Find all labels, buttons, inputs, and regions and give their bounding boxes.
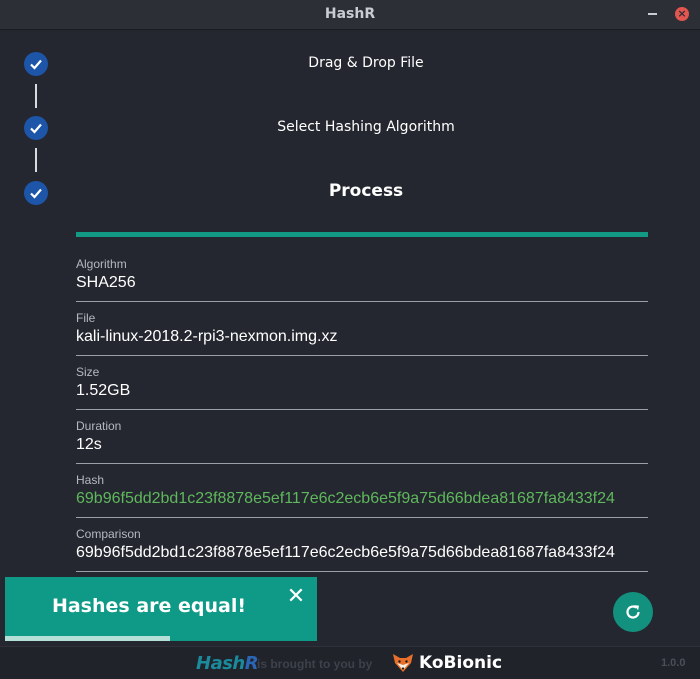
- step-connector: [35, 148, 37, 172]
- progress-bar: [76, 232, 648, 237]
- minimize-icon[interactable]: [648, 13, 657, 15]
- fox-icon: [393, 654, 413, 672]
- file-label: File: [76, 311, 96, 325]
- snackbar-close-icon[interactable]: ✕: [285, 585, 307, 607]
- window-title: HashR: [324, 6, 376, 22]
- hashr-logo[interactable]: HashR: [196, 653, 259, 674]
- comparison-input[interactable]: 69b96f5dd2bd1c23f8878e5ef117e6c2ecb6e5f9…: [76, 542, 648, 564]
- footer: HashR is brought to you by KoBionic 1.0.…: [0, 646, 700, 679]
- duration-value: 12s: [76, 436, 102, 453]
- refresh-icon: [626, 605, 640, 619]
- step-2-checkmark-icon: [24, 116, 48, 140]
- step-1-checkmark-icon: [24, 52, 48, 76]
- version-label: 1.0.0: [661, 657, 686, 669]
- step-process[interactable]: Process: [86, 181, 646, 201]
- algorithm-field: Algorithm SHA256: [76, 256, 648, 302]
- snackbar-message: Hashes are equal!: [51, 595, 247, 617]
- refresh-button[interactable]: [613, 592, 653, 632]
- comparison-field[interactable]: Comparison 69b96f5dd2bd1c23f8878e5ef117e…: [76, 526, 648, 572]
- size-value: 1.52GB: [76, 382, 131, 399]
- step-connector: [35, 84, 37, 108]
- size-label: Size: [76, 365, 100, 379]
- algorithm-label: Algorithm: [76, 257, 127, 271]
- duration-label: Duration: [76, 419, 122, 433]
- step-drag-drop-file[interactable]: Drag & Drop File: [86, 55, 646, 71]
- snackbar-timer-track: [5, 636, 317, 641]
- hash-value: 69b96f5dd2bd1c23f8878e5ef117e6c2ecb6e5f9…: [76, 490, 615, 507]
- close-icon[interactable]: ×: [675, 7, 689, 21]
- hash-field: Hash 69b96f5dd2bd1c23f8878e5ef117e6c2ecb…: [76, 472, 648, 518]
- file-value: kali-linux-2018.2-rpi3-nexmon.img.xz: [76, 328, 338, 345]
- algorithm-value: SHA256: [76, 274, 136, 291]
- title-bar: HashR ×: [0, 0, 700, 30]
- brand-prefix: Hash: [196, 653, 245, 674]
- comparison-label: Comparison: [76, 527, 141, 541]
- snackbar-timer-bar: [5, 636, 171, 641]
- step-3-checkmark-icon: [24, 181, 48, 205]
- kobionic-logo[interactable]: KoBionic: [419, 653, 502, 673]
- hashes-equal-snackbar: Hashes are equal! ✕: [5, 577, 317, 641]
- hash-label: Hash: [76, 473, 105, 487]
- duration-field: Duration 12s: [76, 418, 648, 464]
- file-field: File kali-linux-2018.2-rpi3-nexmon.img.x…: [76, 310, 648, 356]
- footer-tagline: is brought to you by: [257, 657, 373, 671]
- size-field: Size 1.52GB: [76, 364, 648, 410]
- step-select-algorithm[interactable]: Select Hashing Algorithm: [86, 119, 646, 135]
